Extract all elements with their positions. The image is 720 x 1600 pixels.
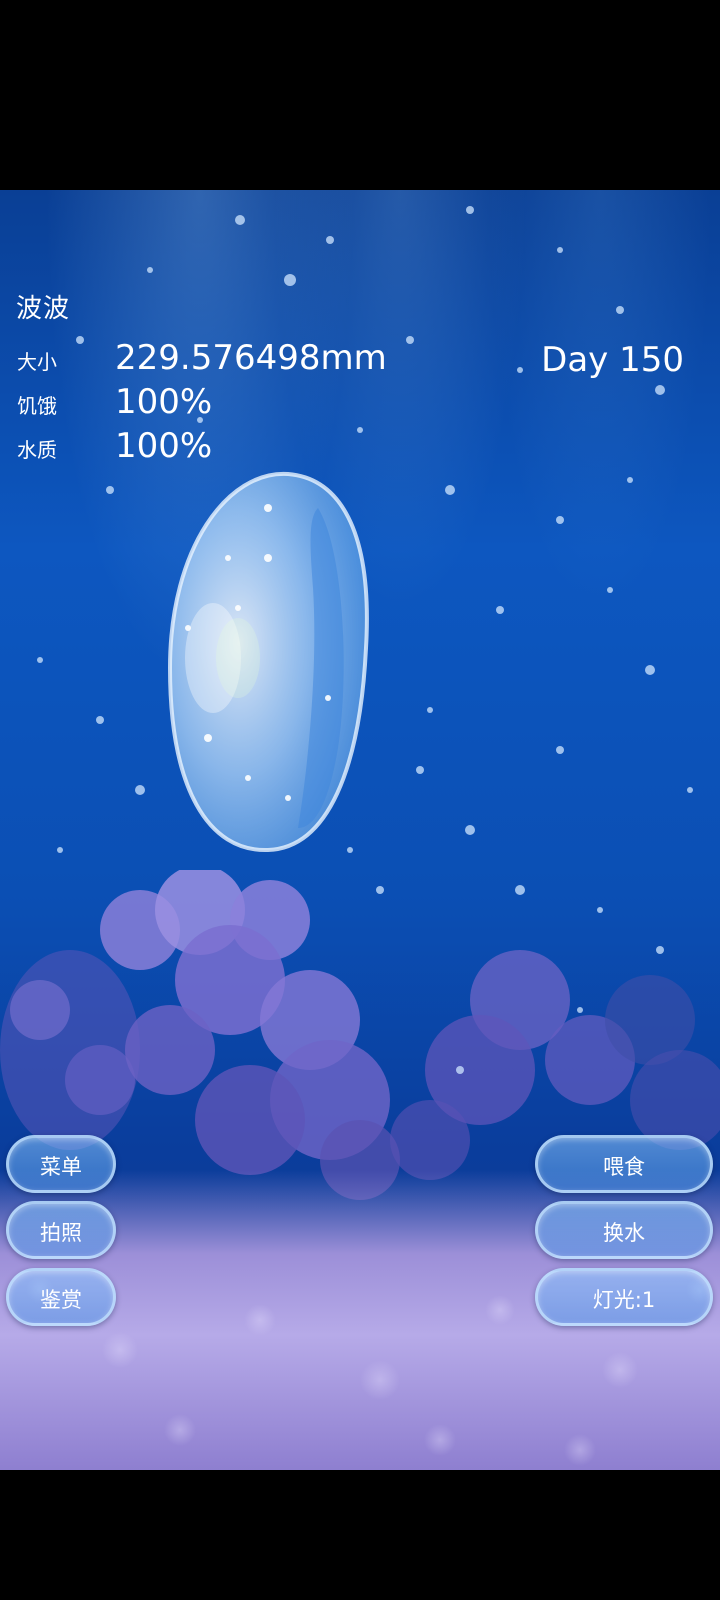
pet-name: 波波 — [16, 294, 71, 324]
size-value: 229.576498mm — [115, 338, 387, 378]
jellyfish[interactable] — [168, 468, 378, 858]
light-button[interactable]: 灯光:1 — [535, 1268, 713, 1326]
water-quality-value: 100% — [115, 426, 213, 466]
gallery-button[interactable]: 鉴赏 — [6, 1268, 116, 1326]
water-quality-label: 水质 — [17, 438, 57, 462]
feed-button[interactable]: 喂食 — [535, 1135, 713, 1193]
hunger-label: 饥饿 — [17, 394, 57, 418]
photo-button[interactable]: 拍照 — [6, 1201, 116, 1259]
hunger-value: 100% — [115, 382, 213, 422]
change-water-button[interactable]: 换水 — [535, 1201, 713, 1259]
day-counter: Day 150 — [541, 340, 684, 380]
size-label: 大小 — [17, 350, 57, 374]
menu-button[interactable]: 菜单 — [6, 1135, 116, 1193]
top-black-bar — [0, 0, 720, 190]
bottom-black-bar — [0, 1470, 720, 1600]
